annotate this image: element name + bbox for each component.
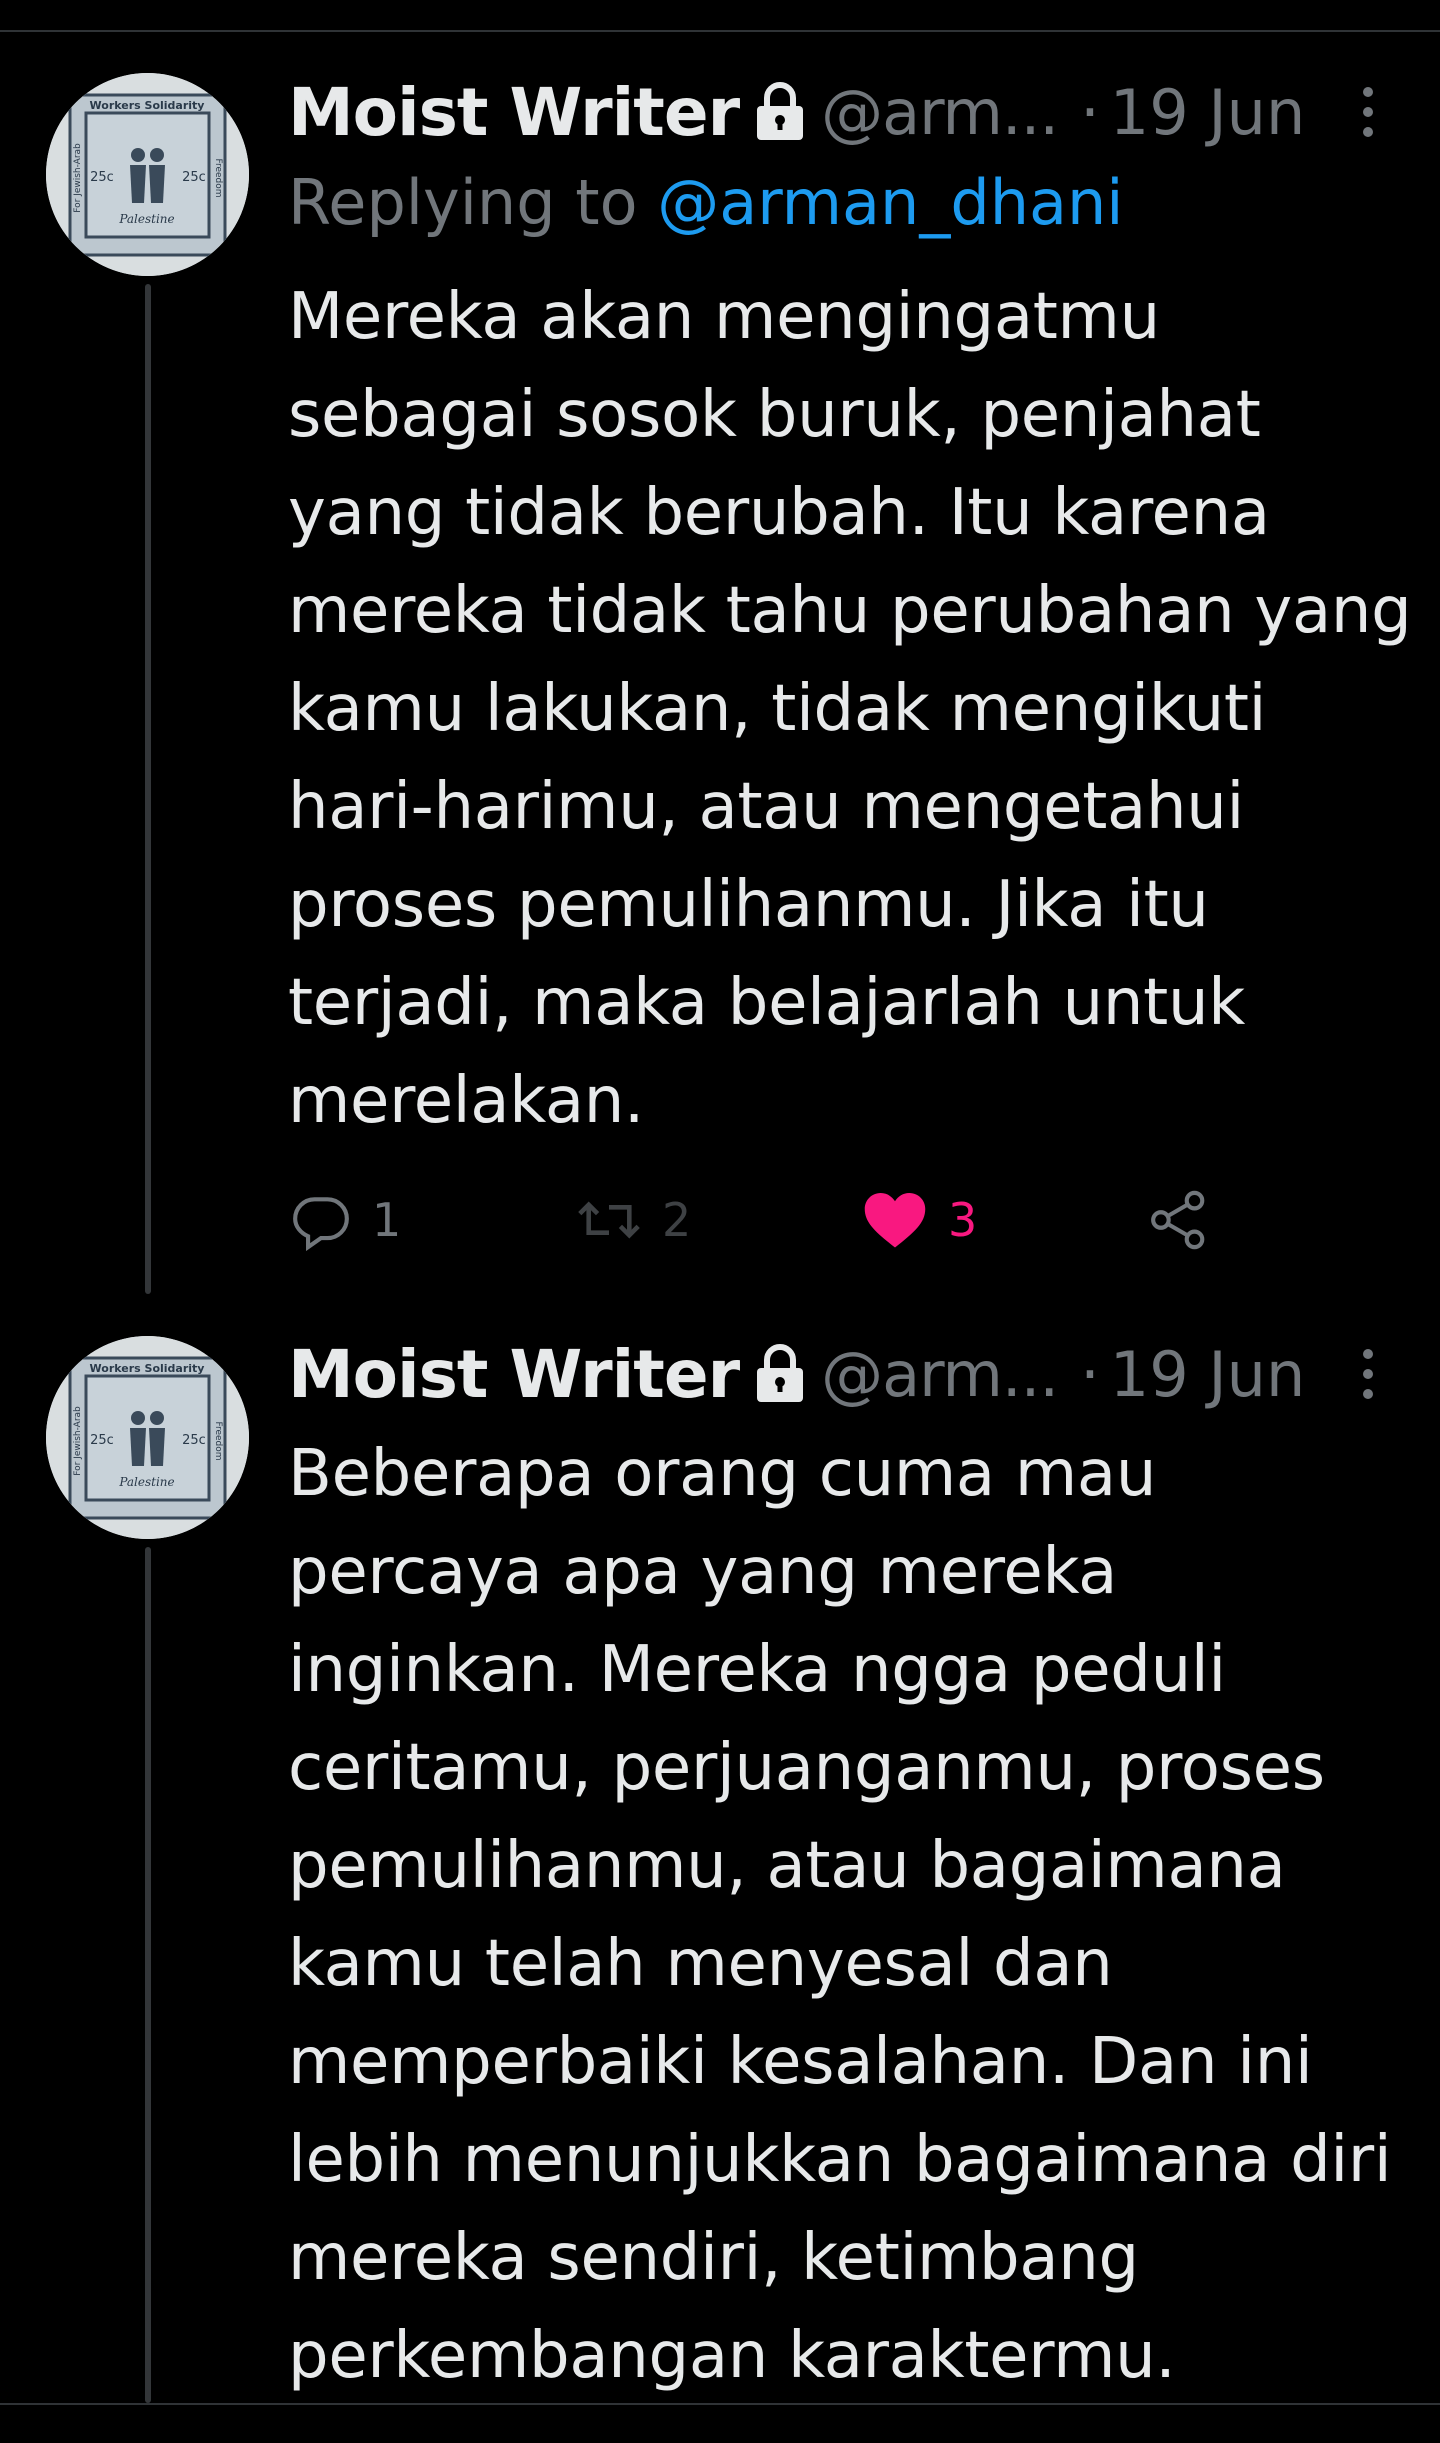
- share-button[interactable]: [1148, 1180, 1210, 1260]
- heart-filled-icon: [864, 1193, 926, 1248]
- stamp-value-right: 25c: [182, 170, 206, 185]
- like-button[interactable]: 3: [862, 1180, 977, 1260]
- stamp-text-left: For Jewish-Arab: [73, 1406, 83, 1476]
- stamp-avatar-image: Workers Solidarity For Jewish-Arab Freed…: [46, 1336, 249, 1539]
- stamp-text-left: For Jewish-Arab: [73, 143, 83, 213]
- lock-icon: [753, 1344, 807, 1404]
- replying-to-label: Replying to: [288, 166, 638, 239]
- reply-count: 1: [372, 1193, 402, 1247]
- more-vertical-icon[interactable]: [1356, 82, 1380, 142]
- tweet-text: Mereka akan mengingatmu sebagai sosok bu…: [288, 280, 1412, 1138]
- top-divider: [0, 30, 1440, 32]
- thread-connector-line: [145, 284, 151, 1294]
- tweet-text: Beberapa orang cuma mau percaya apa yang…: [288, 1437, 1392, 2393]
- share-icon: [1151, 1190, 1205, 1250]
- tweet-date[interactable]: 19 Jun: [1110, 1338, 1305, 1411]
- stamp-text-right: Freedom: [213, 158, 223, 197]
- stamp-avatar-image: Workers Solidarity For Jewish-Arab Freed…: [46, 73, 249, 276]
- stamp-text-right: Freedom: [213, 1421, 223, 1460]
- tweet-date[interactable]: 19 Jun: [1110, 76, 1305, 149]
- retweet-count: 2: [662, 1193, 692, 1247]
- author-name[interactable]: Moist Writer: [288, 74, 740, 151]
- stamp-value-left: 25c: [90, 170, 114, 185]
- separator-dot: ·: [1080, 1337, 1100, 1411]
- author-name[interactable]: Moist Writer: [288, 1336, 740, 1413]
- retweet-icon: [578, 1201, 640, 1239]
- retweet-button[interactable]: 2: [576, 1180, 691, 1260]
- stamp-text-top: Workers Solidarity: [90, 1362, 205, 1375]
- stamp-value-left: 25c: [90, 1433, 114, 1448]
- tweet-header: Moist Writer @arm... · 19 Jun: [288, 72, 1408, 152]
- stamp-place-text: Palestine: [118, 1475, 174, 1489]
- lock-icon: [753, 82, 807, 142]
- more-vertical-icon[interactable]: [1356, 1344, 1380, 1404]
- avatar[interactable]: Workers Solidarity For Jewish-Arab Freed…: [46, 1336, 249, 1539]
- like-count: 3: [948, 1193, 978, 1247]
- replying-to-handle-link[interactable]: @arman_dhani: [657, 166, 1123, 239]
- separator-dot: ·: [1080, 75, 1100, 149]
- stamp-text-top: Workers Solidarity: [90, 99, 205, 112]
- reply-bubble-icon: [293, 1197, 349, 1251]
- bottom-divider: [0, 2403, 1440, 2405]
- thread-connector-line: [145, 1547, 151, 2403]
- stamp-value-right: 25c: [182, 1433, 206, 1448]
- reply-button[interactable]: 1: [290, 1180, 401, 1260]
- tweet-header: Moist Writer @arm... · 19 Jun: [288, 1334, 1408, 1414]
- replying-to: Replying to @arman_dhani: [288, 166, 1124, 239]
- stamp-place-text: Palestine: [118, 212, 174, 226]
- avatar[interactable]: Workers Solidarity For Jewish-Arab Freed…: [46, 73, 249, 276]
- author-handle[interactable]: @arm...: [821, 1338, 1059, 1411]
- author-handle[interactable]: @arm...: [821, 76, 1059, 149]
